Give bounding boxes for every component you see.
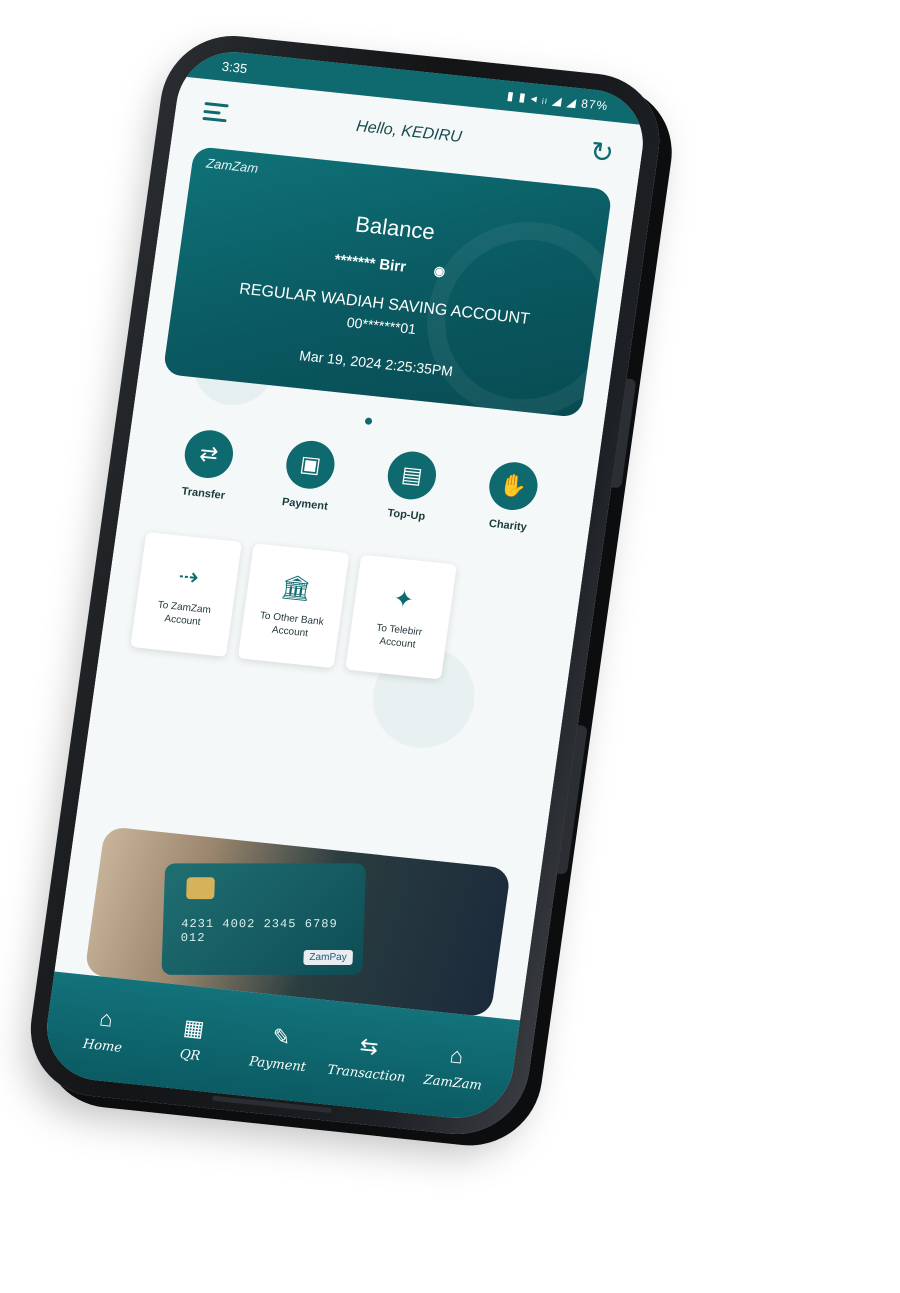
nav-home[interactable]: ⌂ Home	[64, 1001, 146, 1057]
action-payment[interactable]: ▣ Payment	[267, 437, 350, 514]
nav-transaction[interactable]: ⇆ Transaction	[326, 1028, 408, 1086]
transfer-option-label: To Telebirr Account	[375, 622, 423, 651]
topup-icon: ▤	[384, 449, 440, 502]
to-telebirr-card[interactable]: ✦ To Telebirr Account	[345, 554, 457, 680]
balance-card[interactable]: ZamZam Balance ******* Birr ◉ REGULAR WA…	[162, 146, 613, 418]
app-screen: 3:35 ▮ ▮ ◂ ᵢₗ ◢ ◢ 87% Hello, KEDIRU ↻ Za…	[39, 46, 651, 1124]
banner-card-number: 4231 4002 2345 6789 012	[180, 917, 338, 945]
zamzam-icon: ⌂	[448, 1041, 466, 1069]
greeting-text: Hello, KEDIRU	[355, 118, 463, 146]
banner-card-tag: ZamPay	[303, 950, 354, 965]
to-other-bank-card[interactable]: 🏛 To Other Bank Account	[237, 543, 350, 669]
nav-label: Transaction	[326, 1062, 407, 1086]
refresh-icon[interactable]: ↻	[588, 136, 616, 169]
action-topup[interactable]: ▤ Top-Up	[369, 448, 452, 525]
home-icon: ⌂	[98, 1005, 115, 1032]
charity-icon: ✋	[486, 459, 541, 513]
nav-label: QR	[178, 1046, 202, 1064]
nav-label: ZamZam	[422, 1072, 483, 1094]
phone-device: 3:35 ▮ ▮ ◂ ᵢₗ ◢ ◢ 87% Hello, KEDIRU ↻ Za…	[21, 29, 669, 1141]
nav-label: Home	[81, 1036, 124, 1056]
nav-label: Payment	[248, 1053, 307, 1075]
nav-zamzam[interactable]: ⌂ ZamZam	[414, 1038, 496, 1094]
action-charity[interactable]: ✋ Charity	[470, 458, 553, 535]
wallet-icon: ▣	[283, 438, 338, 492]
nav-qr[interactable]: ▦ QR	[151, 1010, 233, 1066]
telebirr-icon: ✦	[391, 584, 416, 614]
card-chip	[186, 877, 215, 900]
payment-icon: ✎	[270, 1023, 293, 1050]
transfer-icon: ⇄	[181, 427, 237, 481]
menu-icon[interactable]	[202, 101, 229, 123]
banner-card-image: 4231 4002 2345 6789 012 ZamPay	[161, 863, 367, 975]
qr-icon: ▦	[181, 1013, 207, 1041]
zamzam-transfer-icon: ⇢	[176, 562, 201, 592]
bank-icon: 🏛	[279, 572, 314, 603]
to-zamzam-account-card[interactable]: ⇢ To ZamZam Account	[130, 531, 242, 657]
nav-payment[interactable]: ✎ Payment	[239, 1019, 321, 1075]
status-time: 3:35	[221, 58, 249, 76]
action-transfer[interactable]: ⇄ Transfer	[166, 426, 249, 503]
status-indicators: ▮ ▮ ◂ ᵢₗ ◢ ◢ 87%	[506, 88, 610, 114]
transaction-icon: ⇆	[358, 1032, 381, 1060]
transfer-option-label: To Other Bank Account	[259, 609, 325, 639]
transfer-option-label: To ZamZam Account	[157, 599, 212, 628]
masked-balance: ******* Birr	[333, 251, 408, 276]
